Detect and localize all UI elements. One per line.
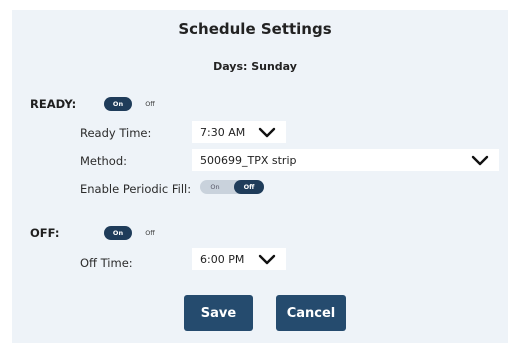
off-toggle-off[interactable]: Off bbox=[136, 226, 164, 240]
ready-time-value: 7:30 AM bbox=[200, 125, 246, 139]
ready-toggle-off[interactable]: Off bbox=[136, 97, 164, 111]
dialog-title: Schedule Settings bbox=[178, 20, 332, 38]
method-label: Method: bbox=[80, 154, 128, 168]
periodic-fill-label: Enable Periodic Fill: bbox=[80, 182, 192, 196]
ready-toggle-on[interactable]: On bbox=[104, 97, 132, 111]
off-time-dropdown[interactable]: 6:00 PM bbox=[192, 248, 286, 270]
periodic-fill-toggle-off[interactable]: Off bbox=[234, 180, 264, 194]
method-value: 500699_TPX strip bbox=[200, 153, 297, 167]
days-label: Days: Sunday bbox=[213, 60, 297, 73]
periodic-fill-toggle-on[interactable]: On bbox=[200, 180, 230, 194]
off-section-label: OFF: bbox=[30, 226, 60, 240]
chevron-down-icon bbox=[471, 155, 489, 166]
off-toggle[interactable]: On Off bbox=[104, 226, 166, 240]
ready-section-label: READY: bbox=[30, 97, 77, 111]
off-time-label: Off Time: bbox=[80, 256, 133, 270]
periodic-fill-toggle[interactable]: On Off bbox=[200, 180, 264, 194]
off-toggle-on[interactable]: On bbox=[104, 226, 132, 240]
save-button[interactable]: Save bbox=[184, 295, 253, 331]
ready-time-dropdown[interactable]: 7:30 AM bbox=[192, 121, 286, 143]
ready-toggle[interactable]: On Off bbox=[104, 97, 166, 111]
chevron-down-icon bbox=[258, 254, 276, 265]
method-dropdown[interactable]: 500699_TPX strip bbox=[192, 149, 499, 171]
ready-time-label: Ready Time: bbox=[80, 126, 152, 140]
off-time-value: 6:00 PM bbox=[200, 252, 245, 266]
chevron-down-icon bbox=[258, 127, 276, 138]
cancel-button[interactable]: Cancel bbox=[276, 295, 346, 331]
